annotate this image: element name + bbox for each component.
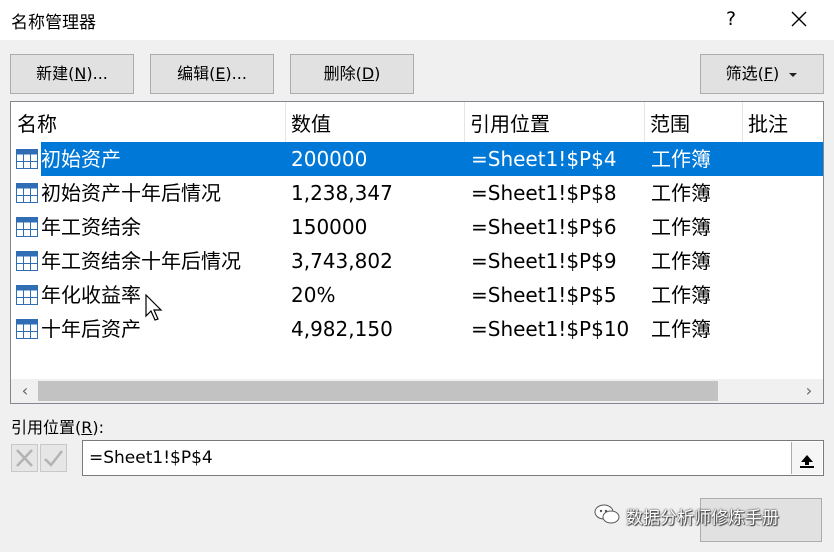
cancel-x-icon (16, 449, 33, 467)
row-refers-to: =Sheet1!$P$4 (471, 147, 617, 171)
row-value: 4,982,150 (291, 317, 393, 341)
row-value: 3,743,802 (291, 249, 393, 273)
row-name: 年工资结余十年后情况 (41, 249, 241, 273)
row-name: 年工资结余 (41, 215, 141, 239)
dialog-title: 名称管理器 (11, 13, 96, 33)
checkmark-icon (44, 450, 63, 467)
row-refers-to: =Sheet1!$P$9 (471, 249, 617, 273)
new-button-label: 新建( (36, 64, 75, 83)
column-header-refers-to[interactable]: 引用位置 (464, 102, 644, 142)
scrollbar-thumb[interactable] (38, 381, 718, 401)
column-header-comment[interactable]: 批注 (742, 102, 823, 142)
list-row[interactable]: 年工资结余 150000 =Sheet1!$P$6 工作簿 (11, 210, 823, 244)
row-scope: 工作簿 (651, 317, 711, 341)
confirm-edit-button[interactable] (40, 444, 67, 472)
row-value: 150000 (291, 215, 368, 239)
dialog-titlebar: 名称管理器 ? (0, 0, 834, 40)
range-name-icon (16, 183, 38, 203)
new-button[interactable]: 新建(N)... (10, 54, 134, 94)
refers-to-label-key: R (81, 418, 93, 437)
row-scope: 工作簿 (651, 283, 711, 307)
row-name: 初始资产十年后情况 (41, 181, 221, 205)
list-row[interactable]: 初始资产十年后情况 1,238,347 =Sheet1!$P$8 工作簿 (11, 176, 823, 210)
row-name: 年化收益率 (41, 283, 141, 307)
range-name-icon (16, 149, 38, 169)
row-value: 1,238,347 (291, 181, 393, 205)
range-name-icon (16, 319, 38, 339)
row-scope: 工作簿 (651, 249, 711, 273)
collapse-dialog-button[interactable] (791, 442, 822, 474)
delete-button-suffix: ) (374, 64, 381, 83)
edit-button[interactable]: 编辑(E)... (150, 54, 274, 94)
row-refers-to: =Sheet1!$P$5 (471, 283, 617, 307)
delete-button[interactable]: 删除(D) (290, 54, 414, 94)
row-refers-to: =Sheet1!$P$10 (471, 317, 630, 341)
range-name-icon (16, 251, 38, 271)
scroll-left-icon[interactable]: ‹ (13, 379, 37, 403)
cancel-edit-button[interactable] (11, 444, 38, 472)
delete-button-label: 删除( (323, 64, 362, 83)
row-scope: 工作簿 (651, 147, 711, 171)
column-header-scope[interactable]: 范围 (644, 102, 744, 142)
list-row[interactable]: 年化收益率 20% =Sheet1!$P$5 工作簿 (11, 278, 823, 312)
row-refers-to: =Sheet1!$P$6 (471, 215, 617, 239)
row-value: 200000 (291, 147, 368, 171)
row-refers-to: =Sheet1!$P$8 (471, 181, 617, 205)
help-button[interactable]: ? (722, 6, 740, 32)
row-value: 20% (291, 283, 336, 307)
filter-button-label: 筛选( (725, 64, 764, 83)
filter-button-suffix: ) (773, 64, 780, 83)
wechat-icon (594, 503, 620, 534)
refers-to-label-suffix: ): (92, 418, 105, 437)
close-icon[interactable] (788, 8, 810, 30)
new-button-suffix: )... (86, 64, 108, 83)
mouse-cursor-icon (145, 293, 165, 326)
row-name: 十年后资产 (41, 317, 141, 341)
range-name-icon (16, 285, 38, 305)
list-row[interactable]: 初始资产 200000 =Sheet1!$P$4 工作簿 (11, 142, 823, 176)
edit-button-key: E (215, 64, 226, 83)
watermark: 数据分析师修炼手册 (594, 503, 779, 531)
range-name-icon (16, 217, 38, 237)
filter-button[interactable]: 筛选(F) (700, 54, 824, 94)
refers-to-label: 引用位置(R): (11, 414, 104, 438)
dropdown-arrow-icon (789, 72, 798, 77)
new-button-key: N (74, 64, 87, 83)
list-row[interactable]: 十年后资产 4,982,150 =Sheet1!$P$10 工作簿 (11, 312, 823, 346)
horizontal-scrollbar[interactable]: ‹ › (11, 379, 823, 403)
row-name: 初始资产 (41, 147, 121, 171)
names-list[interactable]: 名称 数值 引用位置 范围 批注 初始资产 200000 =Sheet1!$P$4 工… (10, 101, 824, 404)
delete-button-key: D (361, 64, 375, 83)
column-header-value[interactable]: 数值 (285, 102, 465, 142)
collapse-arrow-icon (800, 455, 814, 468)
edit-button-label: 编辑( (177, 64, 216, 83)
refers-to-label-text: 引用位置( (11, 418, 82, 437)
edit-button-suffix: )... (225, 64, 247, 83)
column-header-name[interactable]: 名称 (11, 102, 285, 142)
list-header: 名称 数值 引用位置 范围 批注 (11, 102, 823, 142)
watermark-text: 数据分析师修炼手册 (626, 508, 779, 529)
row-scope: 工作簿 (651, 215, 711, 239)
list-row[interactable]: 年工资结余十年后情况 3,743,802 =Sheet1!$P$9 工作簿 (11, 244, 823, 278)
filter-button-key: F (763, 64, 774, 83)
scroll-right-icon[interactable]: › (797, 379, 821, 403)
refers-to-input[interactable] (82, 440, 824, 476)
row-scope: 工作簿 (651, 181, 711, 205)
